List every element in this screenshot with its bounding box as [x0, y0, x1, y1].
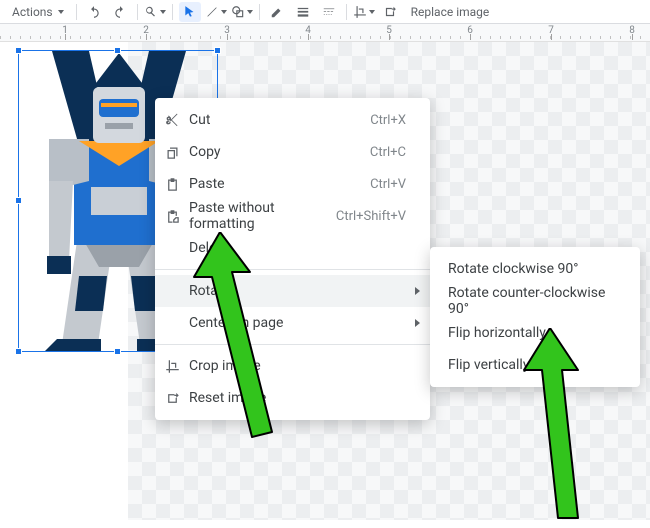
paste-plain-icon — [155, 209, 189, 224]
resize-handle-tm[interactable] — [114, 47, 121, 54]
submenu-label: Rotate clockwise 90° — [448, 261, 578, 277]
menu-item-reset[interactable]: Reset image — [155, 382, 430, 414]
submenu-arrow-icon — [410, 287, 424, 295]
weight-icon — [296, 5, 310, 19]
menu-item-paste[interactable]: Paste Ctrl+V — [155, 168, 430, 200]
zoom-button[interactable] — [144, 2, 166, 22]
crop-icon — [353, 5, 367, 19]
reset-icon — [155, 391, 189, 406]
shape-icon — [231, 5, 245, 19]
menu-item-rotate[interactable]: Rotate — [155, 275, 430, 307]
replace-image-label: Replace image — [411, 5, 490, 19]
redo-icon — [113, 5, 127, 19]
separator — [346, 4, 347, 20]
submenu-label: Flip horizontally — [448, 325, 546, 341]
menu-separator — [155, 344, 430, 345]
menu-label: Crop image — [189, 358, 406, 374]
submenu-label: Rotate counter-clockwise 90° — [448, 285, 622, 317]
menu-label: Rotate — [189, 283, 406, 299]
redo-button[interactable] — [109, 2, 131, 22]
menu-label: Delete — [189, 240, 406, 256]
caret-down-icon — [369, 10, 375, 14]
submenu-flip-h[interactable]: Flip horizontally — [430, 317, 640, 349]
resize-handle-tl[interactable] — [15, 47, 22, 54]
separator — [259, 4, 260, 20]
menu-item-center[interactable]: Center on page — [155, 307, 430, 339]
menu-label: Reset image — [189, 390, 406, 406]
resize-handle-tr[interactable] — [214, 47, 221, 54]
shape-tool[interactable] — [231, 2, 253, 22]
dash-icon — [322, 5, 336, 19]
actions-label: Actions — [12, 5, 53, 19]
resize-handle-ml[interactable] — [15, 197, 22, 204]
pencil-icon — [270, 5, 284, 19]
caret-down-icon — [58, 10, 64, 14]
paste-icon — [155, 177, 189, 192]
menu-item-copy[interactable]: Copy Ctrl+C — [155, 136, 430, 168]
submenu-flip-v[interactable]: Flip vertically — [430, 349, 640, 381]
select-tool[interactable] — [179, 2, 201, 22]
menu-label: Paste — [189, 176, 370, 192]
menu-item-crop[interactable]: Crop image — [155, 350, 430, 382]
menu-label: Copy — [189, 144, 370, 160]
resize-handle-bm[interactable] — [114, 348, 121, 355]
caret-down-icon — [221, 10, 227, 14]
crop-button[interactable] — [353, 2, 375, 22]
submenu-label: Flip vertically — [448, 357, 529, 373]
menu-item-delete[interactable]: Delete — [155, 232, 430, 264]
menu-label: Center on page — [189, 315, 406, 331]
crop-icon — [155, 359, 189, 374]
resize-handle-bl[interactable] — [15, 348, 22, 355]
menu-shortcut: Ctrl+X — [370, 113, 410, 128]
caret-down-icon — [247, 10, 253, 14]
copy-icon — [155, 145, 189, 160]
separator — [172, 4, 173, 20]
canvas-area[interactable]: Cut Ctrl+X Copy Ctrl+C Paste Ctrl+V Past… — [0, 42, 650, 520]
border-weight-button[interactable] — [292, 2, 314, 22]
line-icon — [205, 5, 219, 19]
horizontal-ruler: 1 2 3 4 5 6 7 8 — [0, 24, 650, 42]
undo-button[interactable] — [83, 2, 105, 22]
submenu-arrow-icon — [410, 319, 424, 327]
separator — [76, 4, 77, 20]
cursor-icon — [183, 5, 197, 19]
toolbar: Actions Replace image — [0, 0, 650, 24]
separator — [137, 4, 138, 20]
replace-image-button[interactable]: Replace image — [405, 2, 496, 22]
menu-shortcut: Ctrl+V — [370, 177, 410, 192]
border-color-button[interactable] — [266, 2, 288, 22]
submenu-rotate-cw[interactable]: Rotate clockwise 90° — [430, 253, 640, 285]
menu-item-cut[interactable]: Cut Ctrl+X — [155, 104, 430, 136]
zoom-icon — [144, 5, 158, 19]
submenu-rotate-ccw[interactable]: Rotate counter-clockwise 90° — [430, 285, 640, 317]
menu-item-paste-no-format[interactable]: Paste without formatting Ctrl+Shift+V — [155, 200, 430, 232]
reset-image-icon — [383, 5, 397, 19]
caret-down-icon — [160, 10, 166, 14]
line-tool[interactable] — [205, 2, 227, 22]
rotate-submenu: Rotate clockwise 90° Rotate counter-cloc… — [430, 247, 640, 387]
menu-label: Paste without formatting — [189, 200, 336, 232]
actions-menu[interactable]: Actions — [6, 2, 70, 22]
menu-shortcut: Ctrl+C — [370, 145, 410, 160]
menu-separator — [155, 269, 430, 270]
menu-shortcut: Ctrl+Shift+V — [336, 209, 410, 224]
border-dash-button[interactable] — [318, 2, 340, 22]
context-menu: Cut Ctrl+X Copy Ctrl+C Paste Ctrl+V Past… — [155, 98, 430, 420]
reset-image-button[interactable] — [379, 2, 401, 22]
menu-label: Cut — [189, 112, 370, 128]
cut-icon — [155, 113, 189, 128]
undo-icon — [87, 5, 101, 19]
